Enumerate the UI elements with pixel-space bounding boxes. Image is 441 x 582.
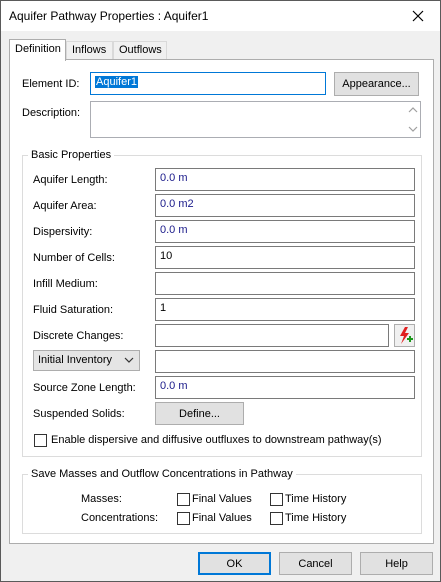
- infill-medium-label: Infill Medium:: [33, 278, 98, 290]
- number-of-cells-value: 10: [160, 250, 173, 262]
- conc-time-history-label: Time History: [285, 512, 347, 524]
- aquifer-area-label: Aquifer Area:: [33, 200, 97, 212]
- masses-time-history-label: Time History: [285, 493, 347, 505]
- scroll-up-icon: [408, 107, 418, 113]
- description-label: Description:: [22, 107, 81, 119]
- tab-definition[interactable]: Definition: [9, 39, 66, 61]
- conc-final-values-label: Final Values: [192, 512, 252, 524]
- dispersivity-label: Dispersivity:: [33, 226, 93, 238]
- element-id-value: Aquifer1: [95, 76, 138, 88]
- tab-inflows[interactable]: Inflows: [66, 41, 113, 60]
- lightning-add-icon: [399, 327, 413, 344]
- inventory-select[interactable]: Initial Inventory: [33, 350, 140, 371]
- title-bar: Aquifer Pathway Properties : Aquifer1: [1, 1, 440, 31]
- enable-outfluxes-label: Enable dispersive and diffusive outfluxe…: [51, 434, 382, 446]
- infill-medium-input[interactable]: [155, 272, 415, 295]
- fluid-saturation-value: 1: [160, 302, 167, 314]
- tab-outflows[interactable]: Outflows: [113, 41, 167, 60]
- basic-properties-title: Basic Properties: [28, 149, 115, 161]
- source-zone-length-label: Source Zone Length:: [33, 382, 136, 394]
- discrete-changes-input[interactable]: [155, 324, 389, 347]
- dispersivity-value: 0.0 m: [160, 224, 188, 236]
- aquifer-length-input[interactable]: 0.0 m: [155, 168, 415, 191]
- masses-final-values-label: Final Values: [192, 493, 252, 505]
- chevron-down-icon: [124, 357, 134, 363]
- aquifer-area-value: 0.0 m2: [160, 198, 194, 210]
- discrete-changes-label: Discrete Changes:: [33, 330, 124, 342]
- description-input[interactable]: [90, 101, 421, 138]
- scroll-down-icon: [408, 126, 418, 132]
- close-icon: [412, 10, 424, 22]
- save-group-title: Save Masses and Outflow Concentrations i…: [28, 468, 296, 480]
- conc-time-history-checkbox[interactable]: [270, 512, 283, 525]
- masses-time-history-checkbox[interactable]: [270, 493, 283, 506]
- dispersivity-input[interactable]: 0.0 m: [155, 220, 415, 243]
- help-button[interactable]: Help: [360, 552, 433, 575]
- element-id-label: Element ID:: [22, 78, 80, 90]
- description-scrollbar[interactable]: [406, 102, 420, 137]
- suspended-solids-label: Suspended Solids:: [33, 408, 125, 420]
- number-of-cells-input[interactable]: 10: [155, 246, 415, 269]
- appearance-button[interactable]: Appearance...: [334, 72, 419, 96]
- inventory-input[interactable]: [155, 350, 415, 373]
- concentrations-label: Concentrations:: [81, 512, 159, 524]
- define-button[interactable]: Define...: [155, 402, 244, 425]
- enable-outfluxes-checkbox[interactable]: [34, 434, 47, 447]
- source-zone-length-value: 0.0 m: [160, 380, 188, 392]
- close-button[interactable]: [396, 1, 440, 31]
- inventory-select-value: Initial Inventory: [38, 354, 112, 366]
- fluid-saturation-input[interactable]: 1: [155, 298, 415, 321]
- definition-panel: Element ID: Aquifer1 Appearance... Descr…: [9, 59, 434, 544]
- add-discrete-change-button[interactable]: [394, 324, 415, 347]
- cancel-button[interactable]: Cancel: [279, 552, 352, 575]
- source-zone-length-input[interactable]: 0.0 m: [155, 376, 415, 399]
- conc-final-values-checkbox[interactable]: [177, 512, 190, 525]
- properties-dialog: Aquifer Pathway Properties : Aquifer1 De…: [0, 0, 441, 582]
- ok-button[interactable]: OK: [198, 552, 271, 575]
- number-of-cells-label: Number of Cells:: [33, 252, 115, 264]
- element-id-input[interactable]: Aquifer1: [90, 72, 326, 95]
- masses-label: Masses:: [81, 493, 122, 505]
- aquifer-length-label: Aquifer Length:: [33, 174, 108, 186]
- masses-final-values-checkbox[interactable]: [177, 493, 190, 506]
- aquifer-length-value: 0.0 m: [160, 172, 188, 184]
- window-title: Aquifer Pathway Properties : Aquifer1: [9, 9, 209, 23]
- aquifer-area-input[interactable]: 0.0 m2: [155, 194, 415, 217]
- fluid-saturation-label: Fluid Saturation:: [33, 304, 114, 316]
